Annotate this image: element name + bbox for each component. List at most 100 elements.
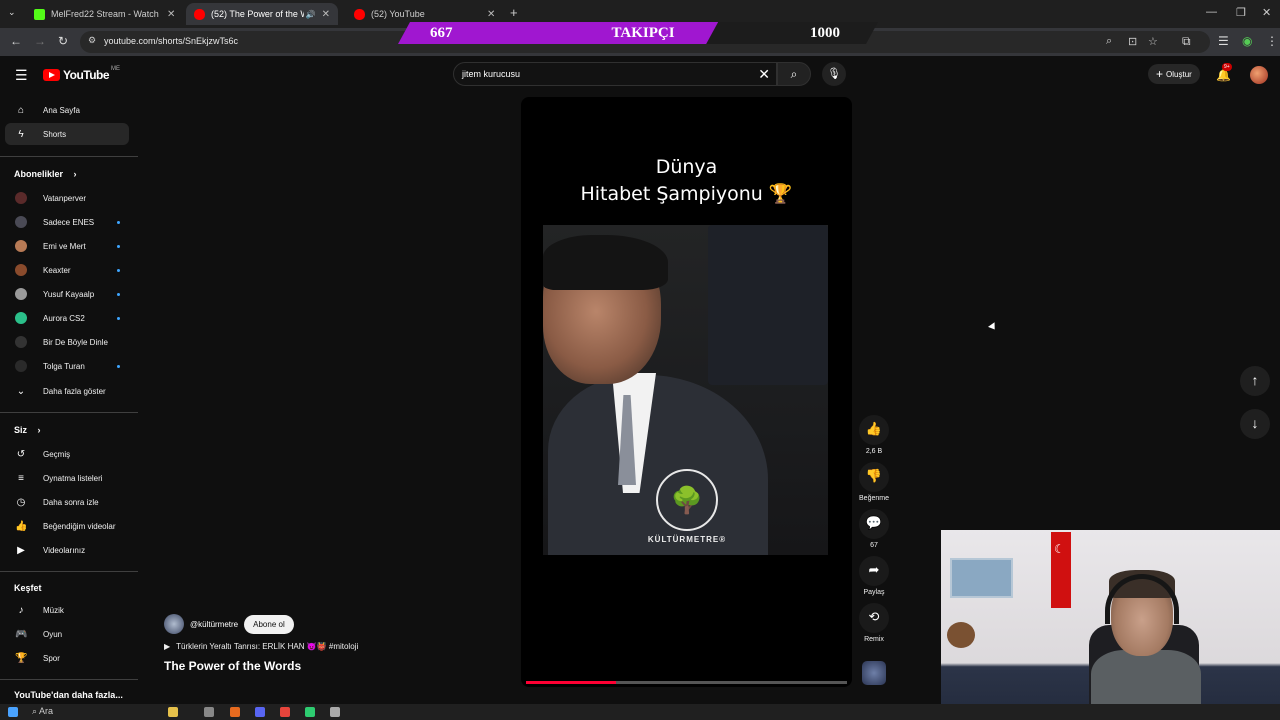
youtube-tab-icon [354,8,365,20]
menu-icon[interactable]: ☰ [15,67,28,84]
zoom-icon[interactable]: ⌕ [1106,35,1112,48]
sidebar-item-subscription[interactable]: Bir De Böyle Dinle [5,331,129,353]
sidebar-item-gaming[interactable]: 🎮 Oyun [5,623,129,645]
close-tab-icon[interactable]: ✕ [322,9,330,20]
channel-avatar[interactable] [164,614,184,634]
like-button[interactable]: 👍 2,6 B [859,415,889,455]
firefox-icon[interactable] [230,707,240,717]
install-icon[interactable]: ⊡ [1128,35,1137,48]
chrome-icon[interactable] [280,707,290,717]
create-button[interactable]: + Oluştur [1148,64,1200,84]
subscribe-button[interactable]: Abone ol [244,614,294,634]
sidebar-item-subscription[interactable]: Sadece ENES [5,211,129,233]
forward-icon[interactable]: → [34,34,46,48]
sidebar-item-playlists[interactable]: ≡ Oynatma listeleri [5,467,129,489]
plus-icon: + [1156,67,1164,81]
back-icon[interactable]: ← [10,34,22,48]
youtube-logo[interactable]: YouTube ME [43,66,120,82]
sidebar-item-subscription[interactable]: Yusuf Kayaalp [5,283,129,305]
comment-icon: 💬 [859,509,889,539]
you-heading[interactable]: Siz › [14,425,41,435]
arrow-up-icon: ↑ [1251,372,1259,388]
tab-list-icon[interactable]: ⌄ [8,7,16,18]
sidebar-item-subscription[interactable]: Keaxter [5,259,129,281]
profile-icon[interactable]: ◉ [1242,34,1252,48]
dislike-button[interactable]: 👎 Beğenme [859,462,889,502]
overlay-title-line-2: Hitabet Şampiyonu 🏆 [580,183,793,205]
your-videos-icon: ▶ [17,544,25,556]
voice-search-button[interactable]: 🎙 [822,62,846,86]
channel-avatar [15,336,27,348]
turkish-flag [1051,532,1071,608]
sidebar-item-liked-videos[interactable]: 👍 Beğendiğim videolar [5,515,129,537]
reading-list-icon[interactable]: ☰ [1218,34,1229,48]
sidebar-item-subscription[interactable]: Vatanperver [5,187,129,209]
shorts-player[interactable]: Dünya Hitabet Şampiyonu 🏆 🌳 KÜLTÜRMETRE® [521,97,852,687]
close-window-icon[interactable]: ✕ [1262,6,1271,19]
restore-icon[interactable]: ❐ [1236,6,1246,19]
site-info-icon[interactable]: ⚙ [88,35,96,46]
share-button[interactable]: ➦ Paylaş [859,556,889,596]
windows-start-icon[interactable] [8,707,18,717]
sidebar-item-watch-later[interactable]: ◷ Daha sonra izle [5,491,129,513]
close-tab-icon[interactable]: ✕ [167,9,175,20]
comment-count: 67 [870,542,878,549]
chevron-right-icon: › [37,425,41,435]
comments-button[interactable]: 💬 67 [859,509,889,549]
tab-melfred-stream[interactable]: MelFred22 Stream - Watch Live ✕ [26,3,183,25]
sidebar-item-label: Keaxter [43,265,71,275]
video-progress-fill [526,681,616,684]
sidebar-item-your-videos[interactable]: ▶ Videolarınız [5,539,129,561]
channel-avatar [15,216,27,228]
clear-search-icon[interactable]: ✕ [758,66,770,83]
sidebar-item-sports[interactable]: 🏆 Spor [5,647,129,669]
sidebar-item-subscription[interactable]: Emi ve Mert [5,235,129,257]
sidebar-item-label: Aurora CS2 [43,313,85,323]
sidebar-item-shorts[interactable]: ϟ Shorts [5,123,129,145]
subscriptions-heading[interactable]: Abonelikler › [14,169,77,179]
sidebar-item-history[interactable]: ↺ Geçmiş [5,443,129,465]
divider [0,412,138,413]
widgets-icon[interactable] [168,707,178,717]
notification-badge: 9+ [1222,63,1232,71]
sidebar-item-label: Oyun [43,629,63,639]
remix-button[interactable]: ⟲ Remix [859,603,889,643]
dislike-icon: 👎 [859,462,889,492]
sidebar-item-home[interactable]: ⌂ Ana Sayfa [5,99,129,121]
tab-power-of-words[interactable]: (52) The Power of the Words 🔊 ✕ [186,3,338,25]
kulturmetre-watermark: 🌳 KÜLTÜRMETRE® [646,469,728,544]
audio-playing-icon[interactable]: 🔊 [306,10,316,19]
account-avatar[interactable] [1250,66,1268,84]
new-tab-icon[interactable]: + [510,5,518,20]
notifications-button[interactable]: 🔔 9+ [1216,63,1232,82]
video-progress-bar[interactable] [526,681,847,684]
app-icon[interactable] [305,707,315,717]
channel-handle[interactable]: @kültürmetre [190,620,238,629]
bookmark-star-icon[interactable]: ☆ [1148,35,1158,48]
minimize-icon[interactable]: — [1206,6,1217,18]
previous-short-button[interactable]: ↑ [1240,366,1270,396]
discord-icon[interactable] [255,707,265,717]
search-button[interactable]: ⌕ [777,62,811,86]
taskbar-search[interactable]: ⌕ Ara [32,706,53,717]
task-view-icon[interactable] [204,707,214,717]
show-more-button[interactable]: ⌄ Daha fazla göster [5,380,129,402]
related-video-link[interactable]: ▶ Türklerin Yeraltı Tanrısı: ERLİK HAN 😈… [164,642,358,651]
close-tab-icon[interactable]: ✕ [487,9,495,20]
liked-videos-icon: 👍 [15,520,28,532]
next-short-button[interactable]: ↓ [1240,409,1270,439]
sidebar-item-label: Tolga Turan [43,361,85,371]
channel-thumbnail[interactable] [862,661,886,685]
sidebar-item-subscription[interactable]: Aurora CS2 [5,307,129,329]
search-input[interactable]: jitem kurucusu ✕ [453,62,777,86]
sidebar-item-subscription[interactable]: Tolga Turan [5,355,129,377]
reload-icon[interactable]: ↻ [58,34,68,48]
sidebar: ⌂ Ana Sayfa ϟ Shorts Abonelikler › Vatan… [0,94,138,704]
sidebar-item-music[interactable]: ♪ Müzik [5,599,129,621]
browser-menu-icon[interactable]: ⋮ [1266,34,1278,48]
extensions-icon[interactable]: ⧉ [1182,34,1191,49]
taskbar: ⌕ Ara [0,704,1280,720]
watch-later-icon: ◷ [16,496,26,508]
speaker-hair [543,235,668,290]
obs-icon[interactable] [330,707,340,717]
